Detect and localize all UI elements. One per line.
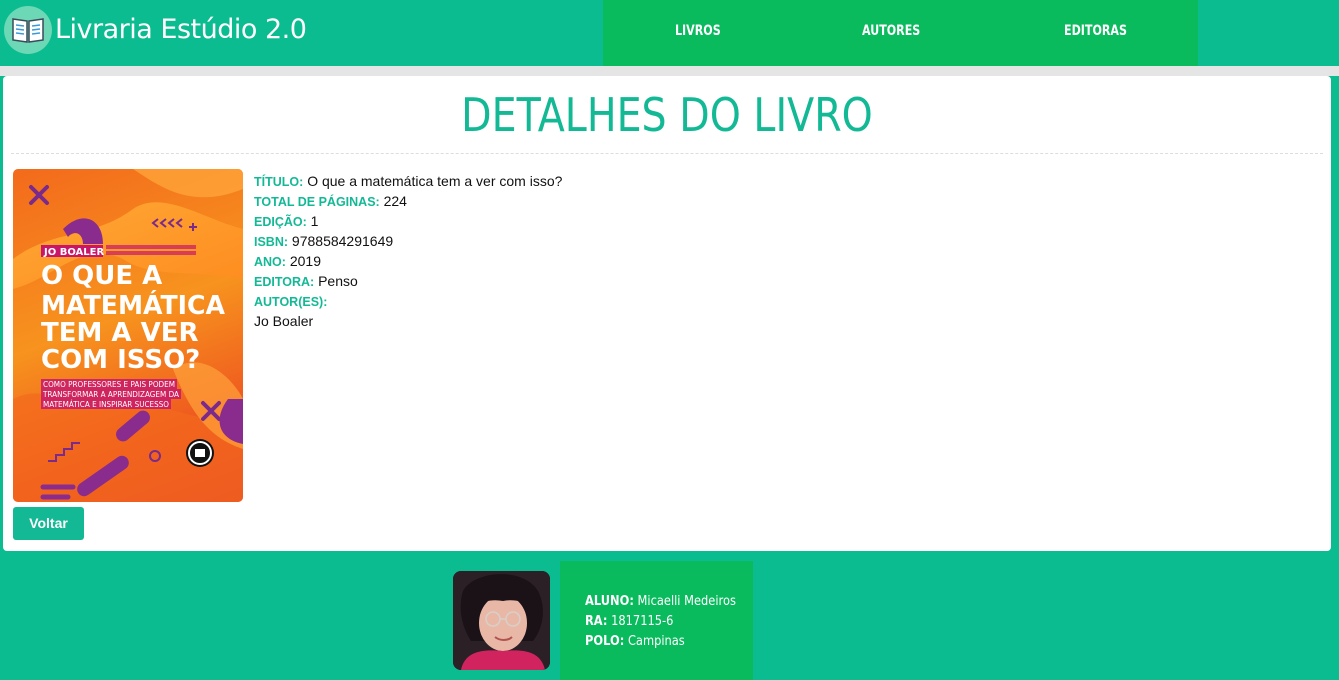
svg-text:O QUE A: O QUE A	[41, 261, 162, 291]
polo-label: POLO:	[585, 634, 625, 649]
detail-label: EDIÇÃO:	[254, 215, 307, 229]
detail-edicao: EDIÇÃO: 1	[254, 211, 562, 231]
detail-value: 2019	[289, 253, 321, 269]
svg-text:COMO PROFESSORES E PAIS PODEM: COMO PROFESSORES E PAIS PODEM	[43, 380, 175, 389]
student-info: ALUNO: Micaelli Medeiros RA: 1817115-6 P…	[585, 592, 736, 652]
student-ra: RA: 1817115-6	[585, 612, 736, 632]
book-cover-image: JO BOALER O QUE A MATEMÁTICA TEM A VER C…	[13, 169, 243, 502]
book-icon	[12, 18, 44, 43]
nav-autores[interactable]: AUTORES	[862, 23, 920, 39]
student-info-box: ALUNO: Micaelli Medeiros RA: 1817115-6 P…	[560, 561, 753, 680]
detail-ano: ANO: 2019	[254, 251, 562, 271]
detail-value: Penso	[318, 273, 358, 289]
detail-titulo: TÍTULO: O que a matemática tem a ver com…	[254, 171, 562, 191]
student-aluno: ALUNO: Micaelli Medeiros	[585, 592, 736, 612]
detail-label: TÍTULO:	[254, 175, 304, 189]
detail-total-paginas: TOTAL DE PÁGINAS: 224	[254, 191, 562, 211]
detail-label: AUTOR(ES):	[254, 295, 328, 309]
detail-editora: EDITORA: Penso	[254, 271, 562, 291]
avatar	[453, 571, 550, 670]
nav-editoras[interactable]: EDITORAS	[1064, 23, 1127, 39]
detail-label: EDITORA:	[254, 275, 315, 289]
main-nav: LIVROS AUTORES EDITORAS	[603, 0, 1198, 66]
nav-livros[interactable]: LIVROS	[675, 23, 721, 39]
divider	[11, 153, 1323, 154]
book-cover-art: JO BOALER O QUE A MATEMÁTICA TEM A VER C…	[13, 169, 243, 502]
header: Livraria Estúdio 2.0 LIVROS AUTORES EDIT…	[0, 0, 1339, 66]
detail-value: 224	[383, 193, 407, 209]
detail-autores: AUTOR(ES):	[254, 291, 562, 311]
detail-label: ISBN:	[254, 235, 289, 249]
detail-isbn: ISBN: 9788584291649	[254, 231, 562, 251]
svg-text:MATEMÁTICA: MATEMÁTICA	[41, 289, 225, 321]
svg-text:MATEMÁTICA E INSPIRAR SUCESSO: MATEMÁTICA E INSPIRAR SUCESSO	[43, 400, 169, 409]
detail-value: 1	[310, 213, 319, 229]
page-title: DETALHES DO LIVRO	[461, 88, 873, 142]
header-separator	[0, 66, 1339, 76]
svg-text:COM ISSO?: COM ISSO?	[41, 345, 200, 375]
student-polo: POLO: Campinas	[585, 632, 736, 652]
svg-text:TRANSFORMAR A APRENDIZAGEM DA: TRANSFORMAR A APRENDIZAGEM DA	[42, 390, 180, 399]
ra-value: 1817115-6	[611, 614, 674, 629]
detail-label: TOTAL DE PÁGINAS:	[254, 195, 380, 209]
book-details-card: DETALHES DO LIVRO JO BOALER O QUE A MATE…	[3, 76, 1331, 551]
book-details: TÍTULO: O que a matemática tem a ver com…	[254, 171, 562, 331]
aluno-value: Micaelli Medeiros	[637, 594, 736, 609]
logo[interactable]	[4, 6, 52, 54]
app-title[interactable]: Livraria Estúdio 2.0	[55, 14, 307, 45]
author-item: Jo Boaler	[254, 313, 314, 329]
ra-label: RA:	[585, 614, 608, 629]
svg-text:JO BOALER: JO BOALER	[43, 247, 105, 258]
aluno-label: ALUNO:	[585, 594, 634, 609]
detail-label: ANO:	[254, 255, 286, 269]
detail-value: O que a matemática tem a ver com isso?	[307, 173, 563, 189]
svg-text:TEM A VER: TEM A VER	[41, 318, 199, 348]
detail-value: 9788584291649	[291, 233, 394, 249]
back-button[interactable]: Voltar	[13, 507, 84, 540]
polo-value: Campinas	[627, 634, 685, 649]
